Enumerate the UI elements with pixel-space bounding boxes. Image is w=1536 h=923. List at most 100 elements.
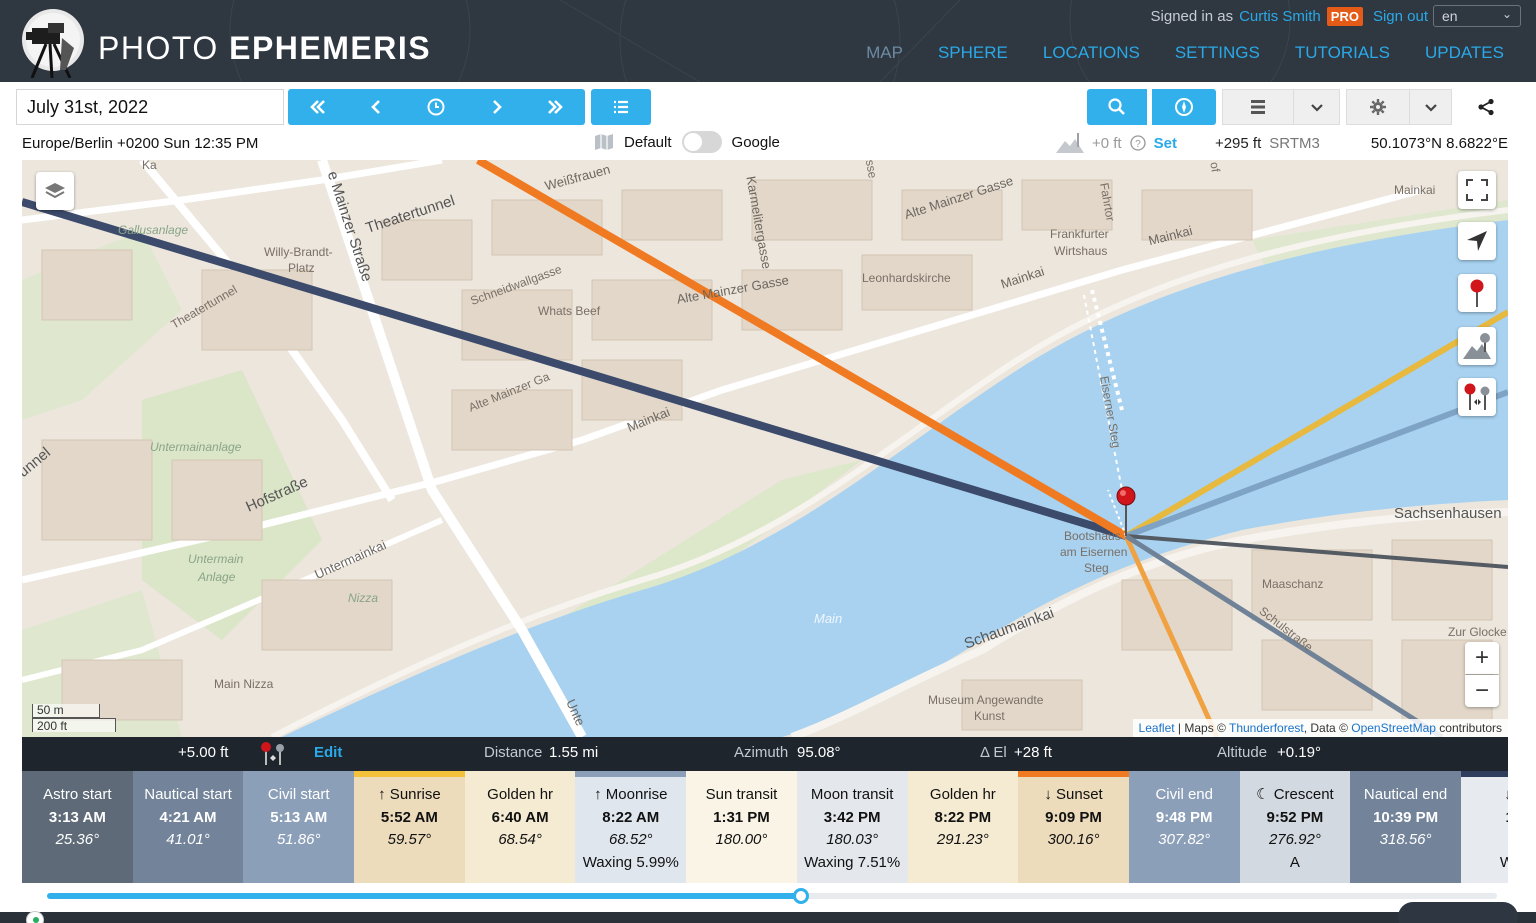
map-label: Mainkai bbox=[1394, 183, 1436, 197]
event-name: Sun transit bbox=[705, 786, 778, 803]
nav-map[interactable]: MAP bbox=[866, 43, 903, 63]
map-label: Untermain bbox=[188, 552, 244, 566]
map-label: Frankfurter bbox=[1050, 227, 1109, 241]
nav-tutorials[interactable]: TUTORIALS bbox=[1295, 43, 1390, 63]
map-scale: 50 m 200 ft bbox=[32, 704, 116, 733]
help-widget[interactable] bbox=[1398, 902, 1518, 923]
event-card[interactable]: ↓ M 10:28Waxi bbox=[1460, 771, 1508, 883]
time-slider-fill bbox=[47, 893, 801, 899]
event-accent-bar bbox=[354, 771, 465, 777]
layout-button[interactable] bbox=[1222, 89, 1294, 125]
now-button[interactable] bbox=[406, 89, 466, 125]
event-card[interactable]: Civil end 9:48 PM 307.82° bbox=[1128, 771, 1240, 883]
elevation-info: +0 ft ? Set +295 ft SRTM3 bbox=[1056, 133, 1320, 153]
elevation-value: +295 ft bbox=[1214, 134, 1262, 152]
event-accent-bar bbox=[1018, 771, 1129, 777]
forward-step-button[interactable] bbox=[466, 89, 525, 125]
locate-button[interactable] bbox=[1458, 222, 1496, 260]
share-button[interactable] bbox=[1466, 89, 1506, 125]
nav-settings[interactable]: SETTINGS bbox=[1175, 43, 1260, 63]
event-name: ↓ M bbox=[1504, 786, 1508, 803]
event-card[interactable]: Astro start 3:13 AM 25.36° bbox=[22, 771, 133, 883]
fullscreen-button[interactable] bbox=[1458, 171, 1496, 209]
event-card[interactable]: ↑ Sunrise 5:52 AM 59.57° bbox=[354, 771, 465, 883]
language-select[interactable]: en ⌄ bbox=[1433, 5, 1521, 27]
forward-day-button[interactable] bbox=[525, 89, 585, 125]
user-name-link[interactable]: Curtis Smith bbox=[1239, 8, 1321, 25]
event-angle: 25.36° bbox=[55, 831, 100, 848]
secondary-pin-button[interactable] bbox=[1458, 327, 1496, 365]
compass-button[interactable] bbox=[1152, 89, 1216, 125]
camera-logo-icon[interactable] bbox=[18, 8, 88, 78]
osm-link[interactable]: OpenStreetMap bbox=[1351, 721, 1436, 735]
event-card[interactable]: ☾ Crescent 9:52 PM 276.92° A bbox=[1239, 771, 1351, 883]
svg-text:?: ? bbox=[1135, 139, 1141, 150]
event-card[interactable]: Nautical start 4:21 AM 41.01° bbox=[132, 771, 244, 883]
observer-height-icon bbox=[1056, 133, 1084, 153]
event-angle: 68.52° bbox=[609, 831, 653, 848]
attribution-text: , Data © bbox=[1303, 721, 1352, 735]
map-label: Wirtshaus bbox=[1054, 244, 1108, 258]
time-slider[interactable] bbox=[47, 888, 1497, 904]
brand-title[interactable]: PHOTO EPHEMERIS bbox=[98, 30, 431, 67]
date-field[interactable]: July 31st, 2022 bbox=[16, 89, 284, 125]
nav-sphere[interactable]: SPHERE bbox=[938, 43, 1008, 63]
main-nav: MAP SPHERE LOCATIONS SETTINGS TUTORIALS … bbox=[866, 43, 1504, 63]
help-icon[interactable]: ? bbox=[1129, 135, 1146, 151]
event-name: Nautical end bbox=[1363, 786, 1448, 803]
settings-dropdown-button[interactable] bbox=[1410, 89, 1452, 125]
thunderforest-link[interactable]: Thunderforest bbox=[1229, 721, 1304, 735]
list-view-button[interactable] bbox=[591, 89, 651, 125]
layout-group bbox=[1222, 89, 1340, 125]
nav-updates[interactable]: UPDATES bbox=[1425, 43, 1504, 63]
event-card[interactable]: Civil start 5:13 AM 51.86° bbox=[243, 771, 355, 883]
map-label: Sachsenhausen bbox=[1394, 505, 1502, 522]
fullscreen-icon bbox=[1466, 179, 1488, 201]
map-label: Bootshaus bbox=[1064, 529, 1121, 543]
map-view[interactable]: Gallusanlage Willy-Brandt- Platz Theater… bbox=[22, 160, 1508, 737]
map-label: Steg bbox=[1084, 561, 1109, 575]
map-attribution: Leaflet | Maps © Thunderforest, Data © O… bbox=[1132, 719, 1508, 737]
delta-el-label: Δ El bbox=[980, 744, 1007, 761]
list-icon bbox=[614, 100, 628, 114]
settings-button[interactable] bbox=[1346, 89, 1410, 125]
event-card[interactable]: Golden hr 6:40 AM 68.54° bbox=[464, 771, 576, 883]
zoom-in-button[interactable]: + bbox=[1465, 642, 1499, 674]
sign-out-link[interactable]: Sign out bbox=[1373, 8, 1428, 25]
search-button[interactable] bbox=[1087, 89, 1147, 125]
set-height-link[interactable]: Set bbox=[1154, 135, 1177, 152]
map-google-label: Google bbox=[731, 133, 780, 151]
event-card[interactable]: ↓ Sunset 9:09 PM 300.16° bbox=[1018, 771, 1129, 883]
map-type-switch[interactable] bbox=[681, 131, 722, 153]
primary-pin-button[interactable] bbox=[1458, 274, 1496, 312]
back-day-button[interactable] bbox=[288, 89, 347, 125]
layout-dropdown-button[interactable] bbox=[1294, 89, 1340, 125]
zoom-out-button[interactable]: − bbox=[1465, 675, 1499, 707]
leaflet-link[interactable]: Leaflet bbox=[1139, 721, 1175, 735]
event-card[interactable]: Sun transit 1:31 PM 180.00° bbox=[686, 771, 797, 883]
event-accent-bar bbox=[1460, 771, 1508, 777]
nav-locations[interactable]: LOCATIONS bbox=[1043, 43, 1140, 63]
time-slider-handle[interactable] bbox=[793, 888, 809, 904]
map-label: Zur Glocke bbox=[1448, 625, 1507, 639]
event-card[interactable]: Nautical end 10:39 PM 318.56° bbox=[1350, 771, 1461, 883]
brand-title-light: PHOTO bbox=[98, 30, 230, 66]
account-status: Signed in as Curtis Smith PRO Sign out bbox=[1151, 7, 1428, 26]
back-step-button[interactable] bbox=[347, 89, 406, 125]
layers-button[interactable] bbox=[36, 172, 74, 210]
event-card[interactable]: Moon transit 3:42 PM 180.03° Waxing 7.51% bbox=[796, 771, 908, 883]
observer-height-value: +0 ft bbox=[1092, 134, 1122, 152]
event-name: ↑ Sunrise bbox=[378, 786, 441, 803]
event-card[interactable]: ↑ Moonrise 8:22 AM 68.52° Waxing 5.99% bbox=[575, 771, 687, 883]
edit-link[interactable]: Edit bbox=[314, 744, 342, 761]
bottom-strip bbox=[0, 912, 1536, 923]
search-compass-group bbox=[1087, 89, 1216, 125]
event-card[interactable]: Golden hr 8:22 PM 291.23° bbox=[907, 771, 1019, 883]
app-root: PHOTO EPHEMERIS Signed in as Curtis Smit… bbox=[0, 0, 1536, 923]
attribution-text: contributors bbox=[1435, 721, 1502, 735]
map-label: Main bbox=[814, 611, 843, 626]
map-label: Main Nizza bbox=[214, 677, 274, 691]
map-label: am Eisernen bbox=[1060, 545, 1128, 559]
both-pins-button[interactable] bbox=[1458, 378, 1496, 416]
two-pins-icon bbox=[1464, 383, 1490, 410]
